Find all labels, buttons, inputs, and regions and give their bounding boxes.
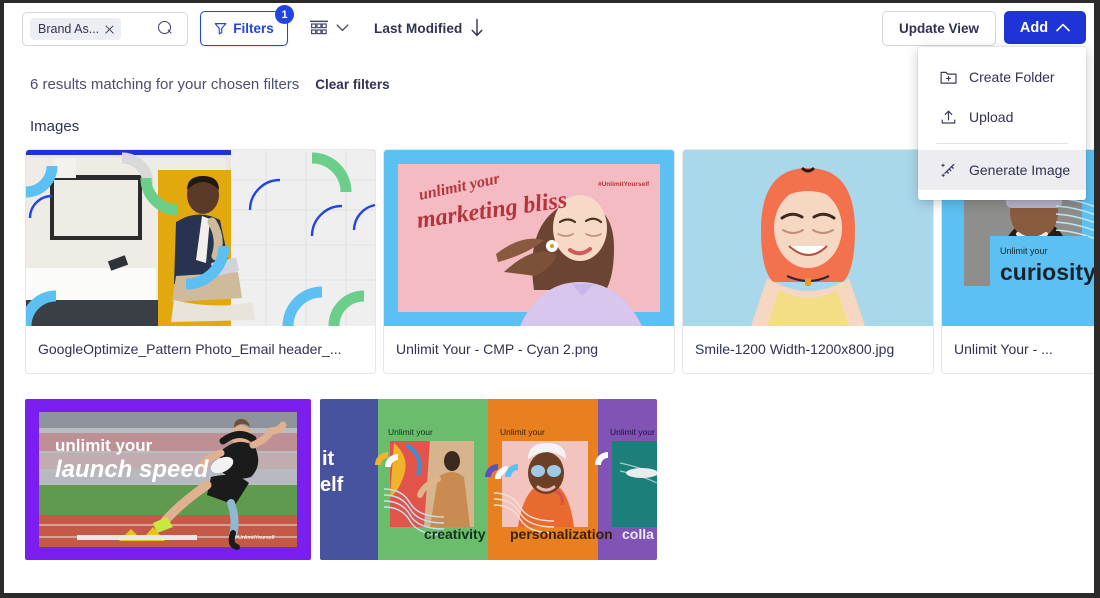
asset-caption: GoogleOptimize_Pattern Photo_Email heade… xyxy=(38,340,342,357)
menu-item-label: Generate Image xyxy=(969,162,1071,178)
asset-caption: Smile-1200 Width-1200x800.jpg xyxy=(695,340,895,357)
unlimit-panels-art: it elf Unlimit your creativity Unlimit y… xyxy=(320,399,657,560)
menu-divider xyxy=(936,143,1068,144)
filters-count-badge: 1 xyxy=(275,5,294,24)
art-text: Unlimit your xyxy=(388,427,433,437)
asset-caption: Unlimit Your - CMP - Cyan 2.png xyxy=(396,340,599,357)
results-row: 6 results matching for your chosen filte… xyxy=(30,76,390,93)
art-text: launch speed xyxy=(55,456,210,483)
funnel-icon xyxy=(214,23,227,35)
asset-card[interactable]: it elf Unlimit your creativity Unlimit y… xyxy=(320,399,657,560)
app-window: Brand As... Filters 1 Last Modified Upda… xyxy=(4,3,1094,593)
results-summary: 6 results matching for your chosen filte… xyxy=(30,76,300,93)
menu-item-upload[interactable]: Upload xyxy=(918,97,1086,137)
smiling-woman-art xyxy=(683,150,933,326)
art-text: Unlimit your xyxy=(610,427,655,437)
gallery-view-icon xyxy=(310,20,328,34)
art-text: Unlimit your xyxy=(1000,246,1048,256)
art-text: elf xyxy=(320,474,344,496)
art-text: unlimit your xyxy=(55,436,153,455)
update-view-button[interactable]: Update View xyxy=(882,11,996,46)
art-text: creativity xyxy=(424,526,486,542)
asset-thumbnail xyxy=(683,150,933,326)
folder-plus-icon xyxy=(940,71,957,84)
art-text: personalization xyxy=(510,526,613,542)
launch-speed-art: unlimit your launch speed #UnlimitYourse… xyxy=(25,399,311,560)
arrow-down-icon[interactable] xyxy=(470,18,484,38)
upload-icon xyxy=(941,110,956,124)
close-icon[interactable] xyxy=(104,24,115,35)
art-text: #UnlimitYourself xyxy=(235,535,275,541)
search-chip-label: Brand As... xyxy=(38,22,100,36)
asset-caption: Unlimit Your - ... xyxy=(954,340,1053,357)
filters-label: Filters xyxy=(233,21,274,36)
asset-card[interactable]: Smile-1200 Width-1200x800.jpg xyxy=(682,149,934,374)
asset-card[interactable]: GoogleOptimize_Pattern Photo_Email heade… xyxy=(25,149,376,374)
search-input[interactable]: Brand As... xyxy=(22,12,188,46)
asset-thumbnail: unlimit your marketing bliss #UnlimitYou… xyxy=(384,150,674,326)
menu-item-create-folder[interactable]: Create Folder xyxy=(918,57,1086,97)
art-text: it xyxy=(322,448,335,470)
sort-field-label[interactable]: Last Modified xyxy=(374,21,462,36)
asset-card[interactable]: unlimit your launch speed #UnlimitYourse… xyxy=(25,399,311,560)
view-mode-selector[interactable] xyxy=(309,14,349,42)
office-man-tablet-art xyxy=(26,150,375,326)
add-button-label: Add xyxy=(1019,19,1049,36)
menu-item-label: Upload xyxy=(969,109,1014,125)
section-title-images: Images xyxy=(30,118,80,135)
add-button[interactable]: Add xyxy=(1004,11,1086,44)
art-text: colla xyxy=(622,526,654,542)
asset-thumbnail xyxy=(26,150,375,326)
chevron-up-icon xyxy=(1056,23,1070,32)
art-text: Unlimit your xyxy=(500,427,545,437)
clear-filters-button[interactable]: Clear filters xyxy=(315,77,389,92)
magic-wand-icon xyxy=(941,163,955,177)
search-chip[interactable]: Brand As... xyxy=(30,18,122,40)
search-icon[interactable] xyxy=(158,21,173,36)
art-text: #UnlimitYourself xyxy=(598,181,650,188)
menu-item-label: Create Folder xyxy=(969,69,1055,85)
marketing-bliss-art: unlimit your marketing bliss #UnlimitYou… xyxy=(384,150,674,326)
add-menu: Create Folder Upload Generate Image xyxy=(918,47,1086,200)
asset-card[interactable]: unlimit your marketing bliss #UnlimitYou… xyxy=(383,149,675,374)
art-text: curiosity xyxy=(1000,259,1094,285)
chevron-down-icon xyxy=(336,24,349,32)
menu-item-generate-image[interactable]: Generate Image xyxy=(918,150,1086,190)
